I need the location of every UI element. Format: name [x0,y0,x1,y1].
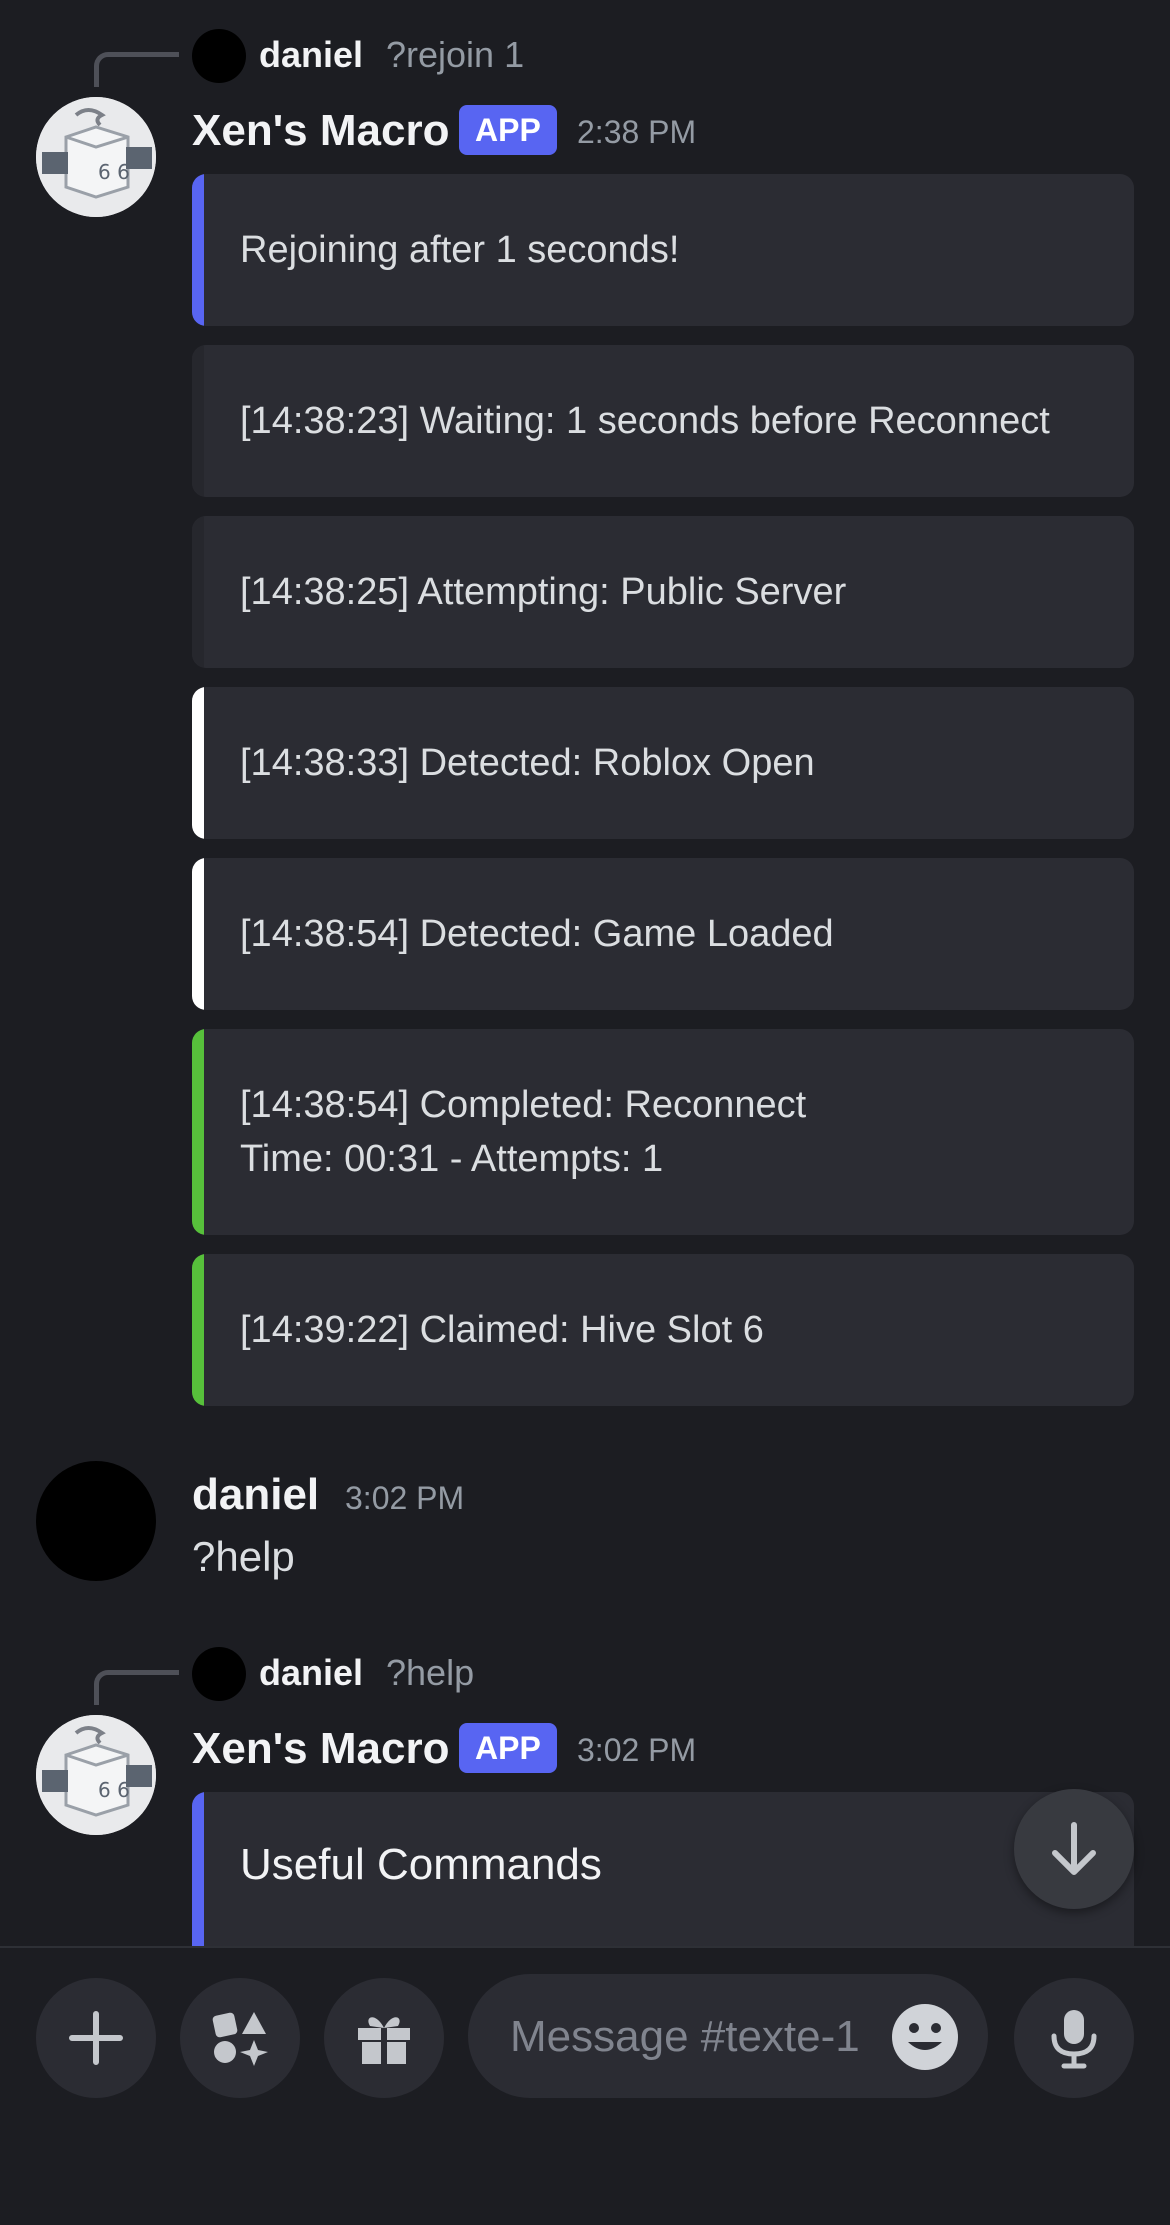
microphone-icon [1051,2010,1097,2069]
embed-color-bar [192,516,204,668]
reply-connector [94,52,179,87]
reply-connector [94,1670,179,1705]
plus-icon [69,2011,123,2065]
embed-color-bar [192,687,204,839]
message-timestamp: 3:02 PM [345,1480,465,1516]
apps-shapes-icon [212,2012,268,2066]
message-placeholder: Message #texte-1 [510,2012,860,2061]
message-author[interactable]: Xen's Macro [192,106,449,156]
robot-box-icon: 6 6 [36,1715,156,1835]
arrow-down-icon [1052,1822,1096,1875]
emoji-button[interactable] [892,2004,958,2070]
gift-button[interactable] [324,1978,444,2098]
reply-author[interactable]: daniel [259,1652,363,1694]
app-badge: APP [459,1723,557,1773]
embed-5: [14:38:54] Completed: Reconnect Time: 00… [192,1029,1134,1235]
robot-box-icon: 6 6 [36,97,156,217]
add-attachment-button[interactable] [36,1978,156,2098]
message-text: ?help [192,1533,295,1580]
embed-color-bar [192,345,204,497]
smiley-icon [908,2023,942,2050]
gift-icon [358,2017,410,2064]
svg-text:6 6: 6 6 [98,1778,130,1802]
user-avatar[interactable] [36,1461,156,1581]
reply-author[interactable]: daniel [259,34,363,76]
reply-avatar[interactable] [192,1647,246,1701]
embed-1: [14:38:23] Waiting: 1 seconds before Rec… [192,345,1134,497]
composer-bar: Message #texte-1 [0,1946,1170,2225]
embed-color-bar [192,1029,204,1235]
reply-preview[interactable]: ?help [386,1652,474,1694]
embed-color-bar [192,858,204,1010]
embed-text: Rejoining after 1 seconds! [240,229,680,271]
embed-2: [14:38:25] Attempting: Public Server [192,516,1134,668]
app-badge: APP [459,105,557,155]
embed-3: [14:38:33] Detected: Roblox Open [192,687,1134,839]
embed-0: Rejoining after 1 seconds! [192,174,1134,326]
message-author[interactable]: daniel [192,1470,319,1520]
embed-color-bar [192,174,204,326]
jump-to-bottom-button[interactable] [1014,1789,1134,1909]
embed-text: [14:38:23] Waiting: 1 seconds before Rec… [240,400,1050,442]
embed-4: [14:38:54] Detected: Game Loaded [192,858,1134,1010]
embed-title: Useful Commands [240,1840,602,1889]
embed-text: [14:38:54] Detected: Game Loaded [240,913,834,955]
reply-preview[interactable]: ?rejoin 1 [386,34,524,76]
message-input[interactable]: Message #texte-1 [468,1974,988,2098]
embed-help: Useful Commands [192,1792,1134,1952]
apps-button[interactable] [180,1978,300,2098]
message-timestamp: 2:38 PM [577,114,697,150]
reply-avatar[interactable] [192,29,246,83]
svg-text:6 6: 6 6 [98,160,130,184]
bot-avatar[interactable]: 6 6 [36,97,156,217]
embed-text: [14:38:25] Attempting: Public Server [240,571,847,613]
message-timestamp: 3:02 PM [577,1732,697,1768]
voice-message-button[interactable] [1014,1978,1134,2098]
embed-text: [14:39:22] Claimed: Hive Slot 6 [240,1309,764,1351]
embed-color-bar [192,1254,204,1406]
embed-color-bar [192,1792,204,1952]
message-author[interactable]: Xen's Macro [192,1724,449,1774]
embed-6: [14:39:22] Claimed: Hive Slot 6 [192,1254,1134,1406]
bot-avatar[interactable]: 6 6 [36,1715,156,1835]
embed-text: [14:38:54] Completed: Reconnect Time: 00… [240,1084,807,1180]
embed-text: [14:38:33] Detected: Roblox Open [240,742,815,784]
